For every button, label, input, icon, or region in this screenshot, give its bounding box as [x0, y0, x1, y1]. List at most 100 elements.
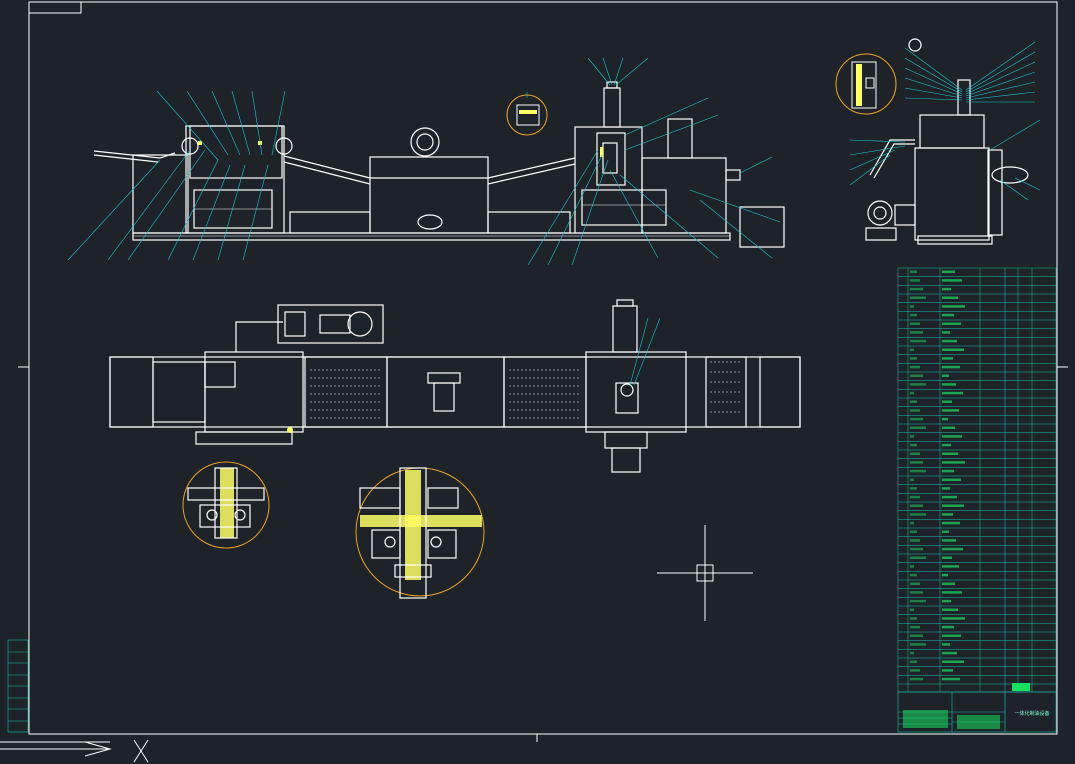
cad-drawing-canvas[interactable] [0, 0, 1075, 764]
table-cell-mark [942, 521, 960, 525]
table-cell-mark [942, 313, 954, 317]
title-block[interactable] [897, 683, 1057, 733]
table-cell-mark [910, 296, 926, 299]
table-cell-mark [910, 669, 920, 672]
table-cell-mark [942, 305, 965, 308]
table-cell-mark [910, 443, 917, 447]
left-revision-strip [7, 639, 29, 733]
table-cell-mark [942, 643, 950, 646]
table-cell-mark [942, 582, 955, 585]
table-cell-mark [942, 504, 964, 507]
parts-list-text-marks [910, 270, 965, 681]
table-cell-mark [942, 400, 952, 403]
table-cell-mark [942, 487, 950, 490]
front-elevation-view[interactable] [93, 81, 785, 248]
table-cell-mark [942, 591, 962, 594]
table-cell-mark [910, 608, 914, 611]
table-cell-mark [910, 625, 920, 629]
table-cell-mark [910, 365, 920, 369]
detail-circle-side[interactable] [835, 53, 897, 115]
detail-b-circle[interactable] [355, 467, 485, 599]
table-cell-mark [942, 669, 953, 672]
table-cell-mark [942, 556, 952, 559]
table-cell-mark [942, 331, 950, 334]
table-cell-mark [910, 495, 920, 499]
table-cell-mark [942, 608, 958, 611]
center-crosshair [657, 525, 753, 621]
table-cell-mark [942, 530, 949, 533]
table-cell-mark [910, 582, 920, 585]
table-cell-mark [942, 461, 965, 464]
parts-table-rows [898, 276, 1056, 685]
table-cell-mark [942, 469, 954, 473]
table-cell-mark [910, 677, 923, 681]
table-cell-mark [910, 660, 917, 663]
drawing-title-caption: 一体化制油设备 [1014, 711, 1050, 717]
table-cell-mark [910, 409, 920, 412]
table-cell-mark [910, 374, 923, 377]
table-cell-mark [942, 495, 957, 499]
table-cell-mark [910, 357, 917, 360]
table-cell-mark [910, 391, 914, 395]
table-cell-mark [910, 313, 917, 317]
table-cell-mark [910, 348, 914, 351]
front-leader-lines [67, 57, 781, 266]
table-cell-mark [942, 409, 959, 412]
plan-view[interactable] [109, 299, 801, 473]
table-cell-mark [942, 279, 962, 282]
table-cell-mark [910, 634, 923, 637]
table-cell-mark [910, 461, 923, 464]
table-cell-mark [910, 487, 917, 490]
table-cell-mark [910, 565, 914, 568]
table-cell-mark [942, 365, 960, 369]
table-cell-mark [942, 443, 951, 447]
table-cell-mark [910, 305, 914, 308]
table-cell-mark [910, 270, 917, 273]
table-cell-mark [910, 521, 914, 525]
table-cell-mark [910, 435, 914, 438]
table-cell-mark [942, 287, 951, 291]
table-cell-mark [942, 374, 949, 377]
table-cell-mark [910, 504, 923, 507]
table-cell-mark [910, 643, 926, 646]
table-cell-mark [942, 617, 965, 620]
table-cell-mark [910, 513, 926, 516]
table-cell-mark [910, 322, 920, 325]
table-cell-mark [942, 625, 954, 629]
plan-hatch-accents [287, 427, 293, 433]
detail-circle-top[interactable] [506, 92, 548, 136]
table-cell-mark [910, 591, 923, 594]
detail-a-circle[interactable] [182, 461, 270, 549]
front-hatch-accents [198, 141, 603, 157]
table-cell-mark [910, 426, 926, 429]
plan-mesh-panels [310, 361, 742, 419]
table-cell-mark [910, 556, 926, 559]
table-cell-mark [942, 677, 960, 681]
side-leader-lines [849, 41, 1041, 201]
table-cell-mark [910, 279, 920, 282]
table-cell-mark [942, 651, 957, 655]
table-cell-mark [910, 339, 926, 343]
table-cell-mark [942, 599, 951, 603]
table-cell-mark [942, 478, 961, 481]
table-cell-mark [942, 539, 956, 542]
table-cell-mark [942, 322, 961, 325]
table-cell-mark [910, 599, 926, 603]
table-cell-mark [942, 513, 953, 516]
table-cell-mark [910, 547, 923, 551]
table-cell-mark [910, 651, 914, 655]
table-cell-mark [942, 296, 958, 299]
table-cell-mark [942, 391, 963, 395]
table-cell-mark [910, 331, 923, 334]
table-cell-mark [942, 573, 948, 577]
table-cell-mark [910, 383, 926, 386]
table-cell-mark [910, 469, 926, 473]
table-cell-mark [942, 426, 955, 429]
table-cell-mark [942, 435, 962, 438]
table-cell-mark [910, 400, 917, 403]
table-cell-mark [910, 573, 917, 577]
table-cell-mark [942, 547, 963, 551]
table-cell-mark [942, 565, 959, 568]
table-cell-mark [910, 417, 923, 421]
table-cell-mark [910, 452, 920, 455]
